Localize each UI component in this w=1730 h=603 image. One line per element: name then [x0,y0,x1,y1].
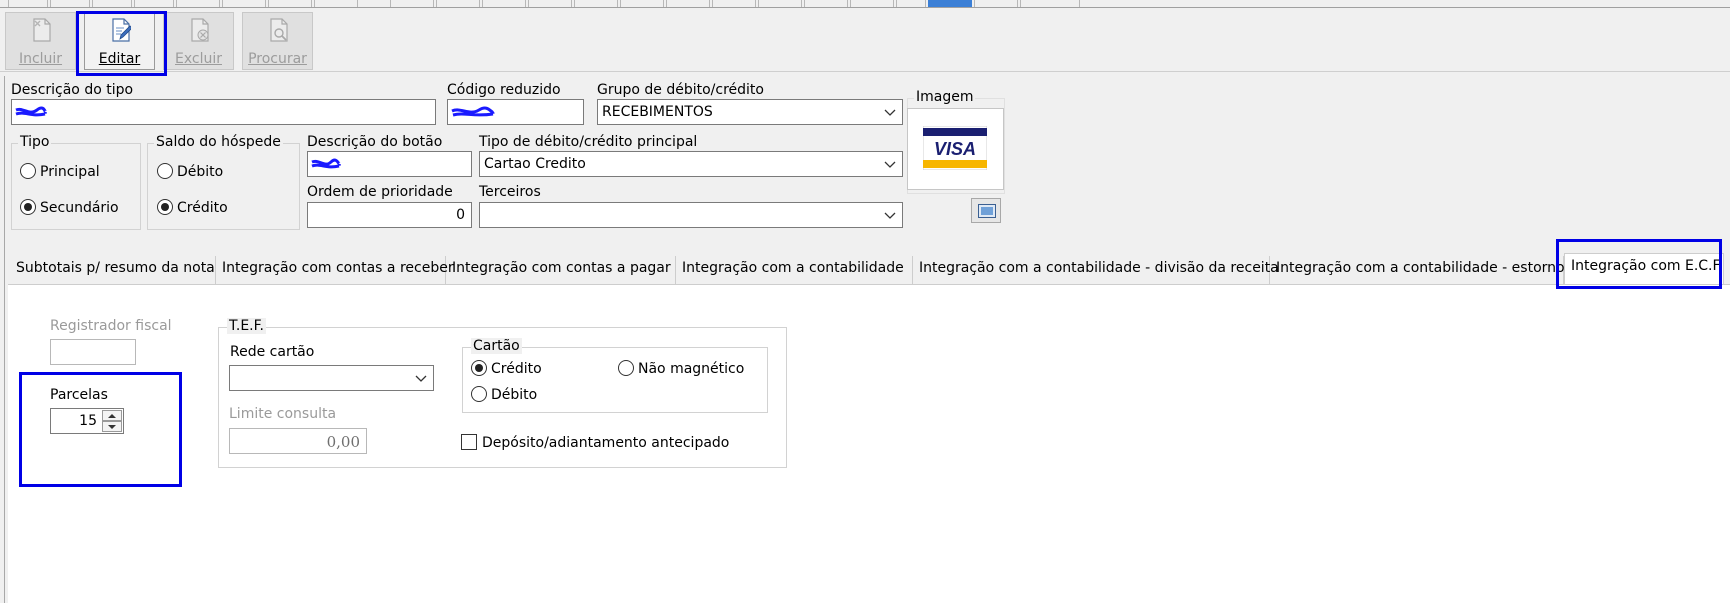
registrador-fiscal-input[interactable] [50,339,136,365]
tef-title: T.E.F. [227,318,266,334]
toolbar: Incluir Editar Excluir Procurar [0,8,1730,72]
tab-contas-pagar[interactable]: Integração com contas a pagar [446,256,676,284]
top-tab-strip [0,0,1730,8]
terceiros-label: Terceiros [479,184,541,200]
rede-cartao-select[interactable] [229,365,434,391]
tipo-principal-select[interactable]: Cartao Credito [479,151,903,177]
cartao-debito-radio[interactable]: Débito [471,386,537,403]
tipo-secundario-radio[interactable]: Secundário [20,199,119,216]
limite-consulta-input[interactable]: 0,00 [229,428,367,454]
deposito-checkbox[interactable]: Depósito/adiantamento antecipado [461,434,729,451]
codigo-reduzido-input[interactable] [447,99,584,125]
registrador-fiscal-label: Registrador fiscal [50,318,172,334]
descricao-botao-input[interactable] [307,151,472,177]
highlight-editar [76,11,167,76]
incluir-button[interactable]: Incluir [5,12,76,70]
chevron-down-icon [884,161,896,168]
delete-document-icon [191,18,209,42]
tipo-principal-radio[interactable]: Principal [20,163,100,180]
tab-contas-receber[interactable]: Integração com contas a receber [216,256,454,284]
saldo-debito-radio[interactable]: Débito [157,163,223,180]
cartao-group: Cartão [462,338,768,413]
tab-contabilidade-estorno[interactable]: Integração com a contabilidade - estorno [1270,256,1565,284]
chevron-down-icon [415,375,427,382]
incluir-label: Incluir [18,51,63,67]
visa-logo: VISA [923,126,987,170]
chevron-down-icon [884,109,896,116]
rede-cartao-label: Rede cartão [230,344,315,360]
excluir-label: Excluir [175,51,222,67]
limite-consulta-label: Limite consulta [229,406,337,422]
excluir-button[interactable]: Excluir [163,12,234,70]
chevron-down-icon [884,212,896,219]
redaction-mark [15,106,47,117]
tab-contabilidade-divisao[interactable]: Integração com a contabilidade - divisão… [913,256,1279,284]
codigo-reduzido-label: Código reduzido [447,82,561,98]
descricao-tipo-label: Descrição do tipo [11,82,134,98]
grupo-select[interactable]: RECEBIMENTOS [597,99,903,125]
highlight-parcelas [19,372,182,487]
search-document-icon [270,18,288,42]
tab-contabilidade[interactable]: Integração com a contabilidade [676,256,913,284]
cartao-credito-radio[interactable]: Crédito [471,360,542,377]
procurar-button[interactable]: Procurar [242,12,313,70]
ordem-prioridade-label: Ordem de prioridade [307,184,453,200]
highlight-ecf-tab [1556,239,1722,289]
tab-subtotais[interactable]: Subtotais p/ resumo da nota [10,256,216,284]
saldo-hospede-group: Saldo do hóspede [147,134,300,230]
terceiros-select[interactable] [479,202,903,228]
procurar-label: Procurar [248,51,307,67]
ordem-prioridade-input[interactable]: 0 [307,202,472,228]
image-preview[interactable]: VISA [907,108,1004,190]
cartao-title: Cartão [471,338,522,354]
saldo-hospede-title: Saldo do hóspede [154,134,283,150]
redaction-mark [311,158,341,169]
tipo-group: Tipo [11,134,141,230]
load-image-button[interactable] [971,198,1001,223]
redaction-mark [451,106,495,117]
tipo-principal-label: Tipo de débito/crédito principal [479,134,698,150]
grupo-label: Grupo de débito/crédito [597,82,764,98]
svg-text:VISA: VISA [934,139,976,159]
imagem-title: Imagem [914,89,976,105]
picture-icon [978,204,996,218]
saldo-credito-radio[interactable]: Crédito [157,199,228,216]
cartao-nao-magnetico-radio[interactable]: Não magnético [618,360,744,377]
add-document-icon [33,18,51,42]
descricao-tipo-input[interactable] [11,99,436,125]
tipo-title: Tipo [18,134,52,150]
descricao-botao-label: Descrição do botão [307,134,443,150]
